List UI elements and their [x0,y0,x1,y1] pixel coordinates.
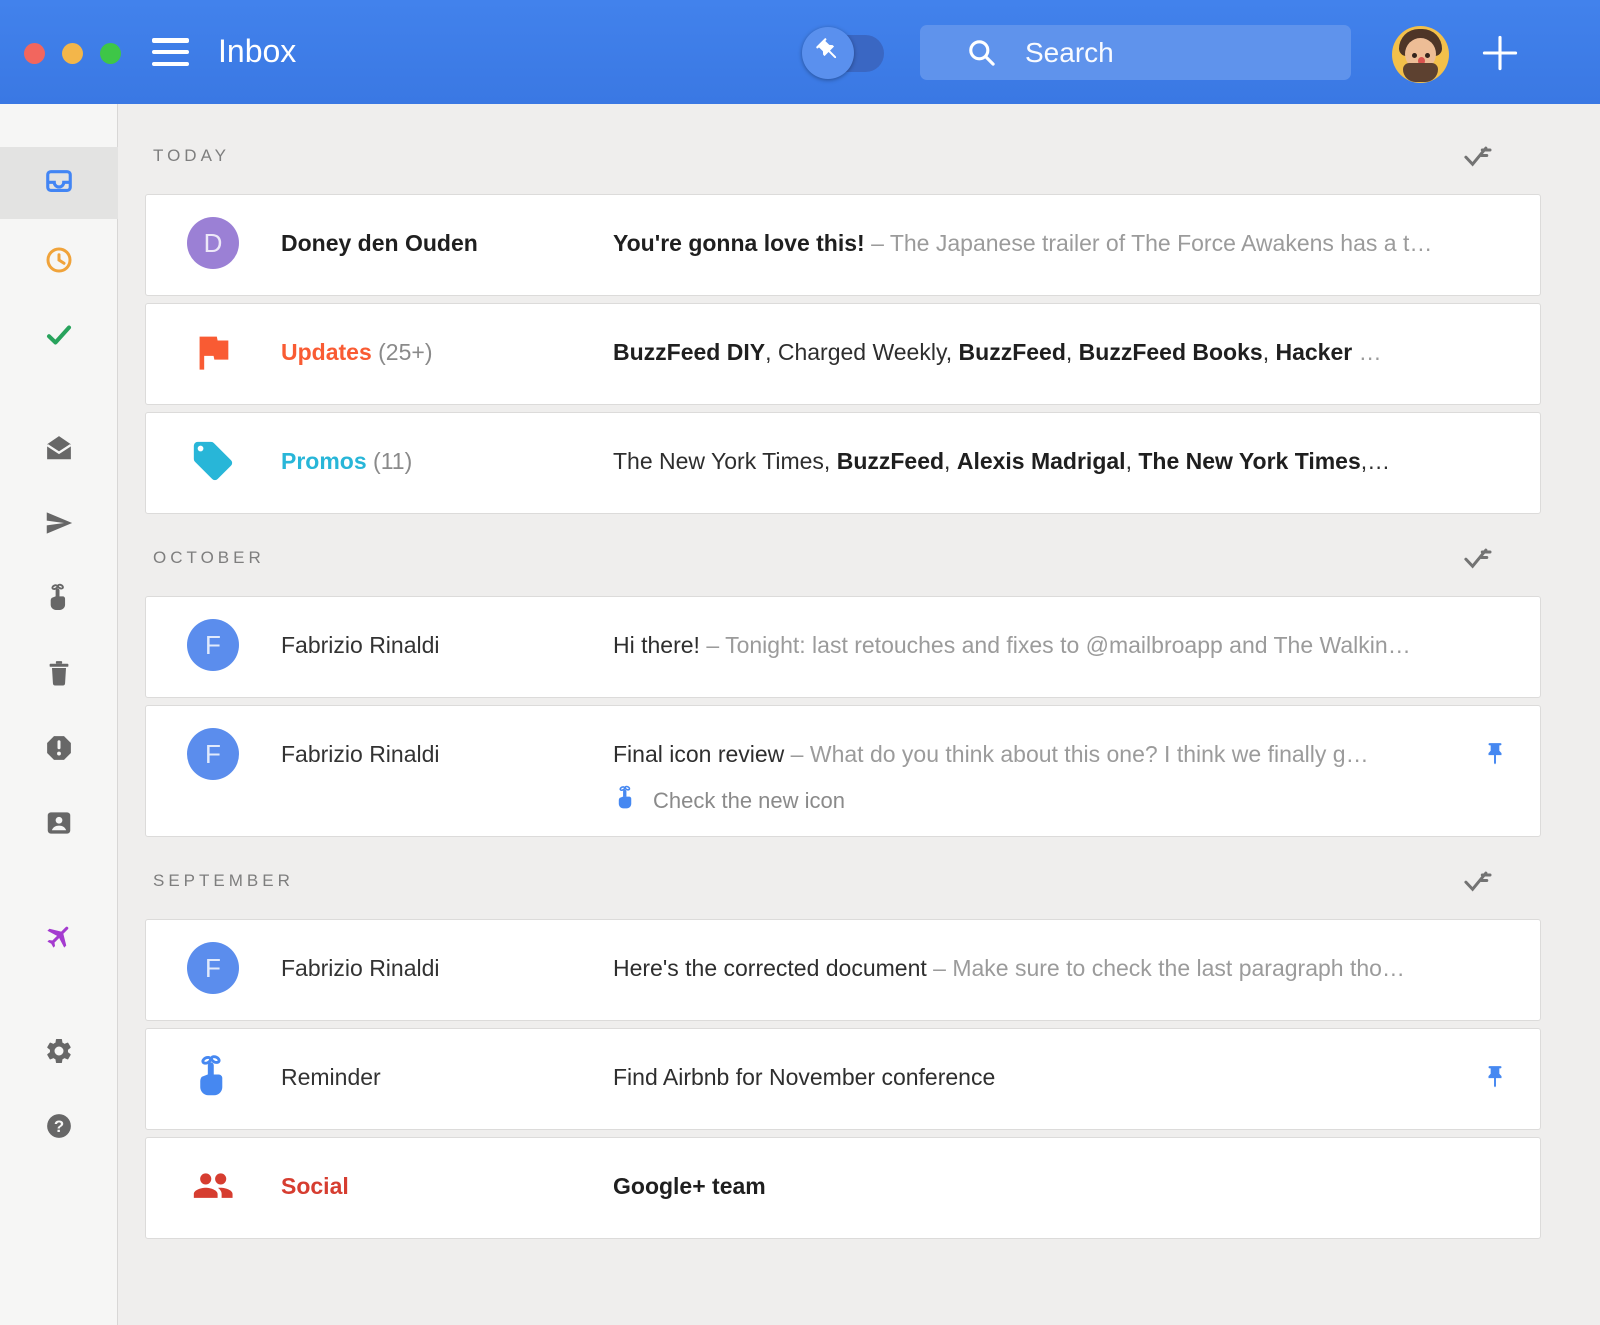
sweep-icon[interactable] [1462,543,1493,574]
chip-label: Check the new icon [653,788,845,813]
sender-name: Reminder [281,1064,381,1090]
section-header: TODAY [145,128,1541,184]
help-icon: ? [44,1111,74,1146]
svg-text:?: ? [54,1116,64,1135]
sender-name: Updates (25+) [281,339,433,365]
sidebar-item-settings[interactable] [0,1021,118,1085]
sidebar-item-snoozed[interactable] [0,230,118,294]
sidebar: ? [0,104,118,1325]
email-section: TODAY D Doney den Ouden You're gonna love t… [145,128,1541,514]
email-row[interactable]: Updates (25+) BuzzFeed DIY, Charged Weekl… [145,303,1541,405]
page-title: Inbox [218,33,297,69]
pin-icon[interactable] [1478,1051,1512,1103]
subject-snippet: Hi there! – Tonight: last retouches and … [613,632,1411,658]
email-row[interactable]: F Fabrizio Rinaldi Hi there! – Tonight: la… [145,596,1541,698]
section-label: SEPTEMBER [153,871,294,890]
sender-avatar: D [187,217,239,269]
menu-icon[interactable] [152,38,189,66]
email-row[interactable]: Reminder Find Airbnb for November confere… [145,1028,1541,1130]
email-list: TODAY D Doney den Ouden You're gonna love t… [119,104,1600,1325]
tag-icon [187,435,239,487]
search-input[interactable] [1025,36,1386,69]
user-avatar[interactable] [1392,26,1449,83]
section-header: SEPTEMBER [145,853,1541,909]
people-icon [187,1160,239,1212]
sender-avatar: F [187,619,239,671]
sender-name: Promos (11) [281,448,413,474]
subject-snippet: You're gonna love this! – The Japanese t… [613,230,1433,256]
sender-avatar: F [187,728,239,780]
subject-snippet: Find Airbnb for November conference [613,1064,996,1090]
subject-snippet: The New York Times, BuzzFeed, Alexis Mad… [613,448,1391,474]
sweep-icon[interactable] [1462,141,1493,172]
sidebar-item-sent[interactable] [0,493,118,557]
reminder-chip[interactable]: Check the new icon [613,785,1464,817]
search-bar[interactable] [920,25,1386,80]
email-row[interactable]: D Doney den Ouden You're gonna love this! … [145,194,1541,296]
reminder-hand-icon [613,785,639,817]
pin-icon [815,37,842,69]
section-header: OCTOBER [145,530,1541,586]
bundle-count: (25+) [371,339,433,365]
reminder-hand-icon [44,583,74,618]
spam-icon [44,733,74,768]
sidebar-item-spam[interactable] [0,718,118,782]
plane-icon [44,921,74,956]
sender-avatar: F [187,942,239,994]
trash-icon [44,658,74,693]
section-label: OCTOBER [153,548,265,567]
compose-button[interactable] [1478,31,1522,75]
minimize-window-button[interactable] [62,43,83,64]
sidebar-item-inbox[interactable] [0,147,118,219]
traffic-lights [24,43,121,64]
sender-name: Doney den Ouden [281,230,478,256]
email-row[interactable]: F Fabrizio Rinaldi Final icon review – Wha… [145,705,1541,837]
sidebar-item-reminders[interactable] [0,568,118,632]
toggle-knob[interactable] [802,27,854,79]
email-row[interactable]: F Fabrizio Rinaldi Here's the corrected do… [145,919,1541,1021]
flag-icon [187,326,239,378]
subject-snippet: Here's the corrected document – Make sur… [613,955,1405,981]
contacts-icon [44,808,74,843]
sender-name: Fabrizio Rinaldi [281,741,440,767]
subject-snippet: Google+ team [613,1173,766,1199]
email-section: OCTOBER F Fabrizio Rinaldi Hi there! – Toni… [145,530,1541,837]
email-row[interactable]: Social Google+ team [145,1137,1541,1239]
sidebar-item-trips[interactable] [0,906,118,970]
subject-snippet: Final icon review – What do you think ab… [613,741,1369,767]
sender-name: Social [281,1173,349,1199]
sender-name: Fabrizio Rinaldi [281,955,440,981]
sidebar-item-done[interactable] [0,305,118,369]
zoom-window-button[interactable] [100,43,121,64]
sidebar-item-mail[interactable] [0,418,118,482]
inbox-icon [44,166,74,201]
close-window-button[interactable] [24,43,45,64]
email-row[interactable]: Promos (11) The New York Times, BuzzFeed,… [145,412,1541,514]
search-icon [966,37,997,68]
sidebar-item-trash[interactable] [0,643,118,707]
pin-filter-toggle[interactable] [802,27,884,79]
sidebar-item-contacts[interactable] [0,793,118,857]
gear-icon [44,1036,74,1071]
email-section: SEPTEMBER F Fabrizio Rinaldi Here's the cor… [145,853,1541,1239]
check-icon [44,320,74,355]
clock-icon [44,245,74,280]
mail-open-icon [44,433,74,468]
sender-name: Fabrizio Rinaldi [281,632,440,658]
titlebar: Inbox [0,0,1600,104]
bundle-count: (11) [366,448,413,474]
subject-snippet: BuzzFeed DIY, Charged Weekly, BuzzFeed, … [613,339,1382,365]
pin-icon[interactable] [1478,728,1512,780]
sweep-icon[interactable] [1462,866,1493,897]
sidebar-item-help[interactable]: ? [0,1096,118,1160]
section-label: TODAY [153,146,230,165]
send-icon [44,508,74,543]
reminder-hand-icon [187,1051,239,1103]
